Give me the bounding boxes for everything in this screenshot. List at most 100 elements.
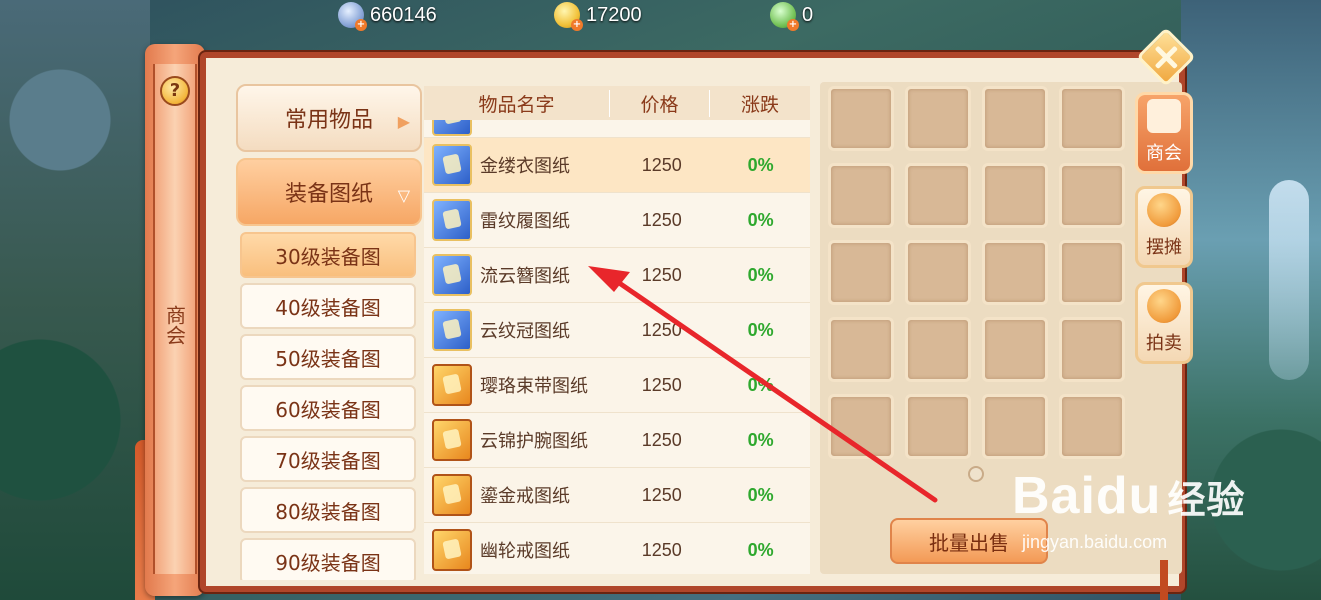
item-price: 1250	[641, 484, 682, 505]
watermark-url: jingyan.baidu.com	[1022, 532, 1168, 552]
inventory-slot[interactable]	[1059, 86, 1125, 151]
gold-coin-icon: +	[554, 2, 583, 31]
subcategory-level-80[interactable]: 80级装备图	[240, 487, 416, 533]
table-row[interactable]: 云纹冠图纸 1250 0%	[424, 303, 810, 358]
gold-amount: 17200	[586, 3, 642, 26]
blueprint-book-icon	[432, 529, 472, 571]
tab-label: 拍卖	[1146, 333, 1182, 354]
inventory-slot[interactable]	[905, 317, 971, 382]
header-change: 涨跌	[740, 93, 779, 116]
item-change: 0%	[747, 374, 774, 395]
chamber-icon	[1147, 99, 1181, 133]
table-row[interactable]: 流云簪图纸 1250 0%	[424, 248, 810, 303]
inventory-slot[interactable]	[982, 394, 1048, 459]
page-indicator-dot	[968, 466, 984, 482]
blueprint-book-icon	[432, 419, 472, 461]
add-icon[interactable]: +	[571, 19, 583, 31]
blueprint-book-icon	[432, 120, 472, 136]
inventory-slot[interactable]	[905, 394, 971, 459]
currency-silver[interactable]: + 660146	[338, 2, 437, 31]
inventory-slot[interactable]	[905, 86, 971, 151]
blueprint-book-icon	[432, 474, 472, 516]
item-name: 鎏金戒图纸	[480, 486, 570, 507]
tab-label: 商会	[1146, 143, 1182, 164]
subcategory-level-30[interactable]: 30级装备图	[240, 232, 416, 278]
background-scenery-left	[0, 0, 150, 600]
help-button[interactable]: ?	[160, 76, 190, 106]
table-body: 金缕衣图纸 1250 0% 雷纹履图纸 1250 0% 流云簪图纸 1250 0% 云纹冠图纸 12…	[424, 138, 810, 574]
subcategory-level-70[interactable]: 70级装备图	[240, 436, 416, 482]
spine-title: 商会	[162, 305, 187, 345]
blueprint-book-icon	[432, 364, 472, 406]
category-label: 装备图纸	[284, 182, 373, 207]
inventory-slot[interactable]	[982, 240, 1048, 305]
coins-icon	[1147, 193, 1181, 227]
arrow-right-icon: ▶	[397, 112, 410, 131]
chevron-down-icon: ▽	[397, 186, 410, 205]
currency-gold[interactable]: + 17200	[554, 2, 642, 31]
inventory-slot[interactable]	[828, 394, 894, 459]
tab-stall[interactable]: 摆摊	[1135, 186, 1193, 268]
tab-label: 摆摊	[1146, 237, 1182, 258]
item-change: 0%	[747, 209, 774, 230]
table-row-partial[interactable]	[424, 120, 810, 138]
blueprint-book-icon	[432, 199, 472, 241]
table-row[interactable]: 云锦护腕图纸 1250 0%	[424, 413, 810, 468]
item-name: 雷纹履图纸	[480, 211, 570, 232]
watermark-logo: Baidu 经验	[1012, 467, 1246, 525]
inventory-slot[interactable]	[1059, 240, 1125, 305]
currency-bar: + 660146 + 17200 + 0	[330, 0, 850, 31]
currency-jade[interactable]: + 0	[770, 2, 813, 31]
tab-chamber[interactable]: 商会	[1135, 92, 1193, 174]
add-icon[interactable]: +	[355, 19, 367, 31]
item-name: 璎珞束带图纸	[480, 376, 588, 397]
item-price: 1250	[641, 429, 682, 450]
blueprint-book-icon	[432, 309, 472, 351]
waterfall	[1269, 180, 1309, 380]
inventory-slot[interactable]	[982, 317, 1048, 382]
subcategory-level-90[interactable]: 90级装备图	[240, 538, 416, 580]
inventory-slot[interactable]	[1059, 394, 1125, 459]
inventory-slot[interactable]	[1059, 317, 1125, 382]
inventory-slot[interactable]	[828, 86, 894, 151]
table-row[interactable]: 璎珞束带图纸 1250 0%	[424, 358, 810, 413]
inventory-slot[interactable]	[828, 240, 894, 305]
auction-coins-icon	[1147, 289, 1181, 323]
item-price: 1250	[641, 154, 682, 175]
item-price: 1250	[641, 374, 682, 395]
category-label: 常用物品	[284, 108, 373, 133]
item-change: 0%	[747, 539, 774, 560]
silver-amount: 660146	[370, 3, 437, 26]
category-common-items[interactable]: 常用物品 ▶	[236, 84, 422, 152]
item-table: 物品名字 价格 涨跌 金缕衣图纸 1250 0% 雷纹履图纸 1250 0% 流云簪图纸 12…	[424, 86, 810, 574]
subcategory-level-60[interactable]: 60级装备图	[240, 385, 416, 431]
table-row[interactable]: 雷纹履图纸 1250 0%	[424, 193, 810, 248]
item-price: 1250	[641, 319, 682, 340]
blueprint-book-icon	[432, 254, 472, 296]
item-price: 1250	[641, 539, 682, 560]
header-price: 价格	[610, 89, 710, 117]
inventory-slot[interactable]	[905, 163, 971, 228]
tab-auction[interactable]: 拍卖	[1135, 282, 1193, 364]
item-name: 金缕衣图纸	[480, 156, 570, 177]
inventory-slot[interactable]	[828, 163, 894, 228]
add-icon[interactable]: +	[787, 19, 799, 31]
subcategory-level-50[interactable]: 50级装备图	[240, 334, 416, 380]
baidu-watermark: Baidu 经验 jingyan.baidu.com	[1012, 466, 1312, 596]
inventory-slot[interactable]	[1059, 163, 1125, 228]
inventory-slot[interactable]	[828, 317, 894, 382]
blueprint-book-icon	[432, 144, 472, 186]
item-price: 1250	[641, 264, 682, 285]
inventory-slot[interactable]	[905, 240, 971, 305]
table-row[interactable]: 鎏金戒图纸 1250 0%	[424, 468, 810, 523]
inventory-slot[interactable]	[982, 86, 1048, 151]
item-change: 0%	[747, 319, 774, 340]
category-equipment-blueprints[interactable]: 装备图纸 ▽	[236, 158, 422, 226]
table-row[interactable]: 金缕衣图纸 1250 0%	[424, 138, 810, 193]
table-row[interactable]: 幽轮戒图纸 1250 0%	[424, 523, 810, 574]
item-change: 0%	[747, 429, 774, 450]
inventory-slot[interactable]	[982, 163, 1048, 228]
item-name: 幽轮戒图纸	[480, 541, 570, 562]
inventory-grid	[828, 86, 1125, 459]
subcategory-level-40[interactable]: 40级装备图	[240, 283, 416, 329]
